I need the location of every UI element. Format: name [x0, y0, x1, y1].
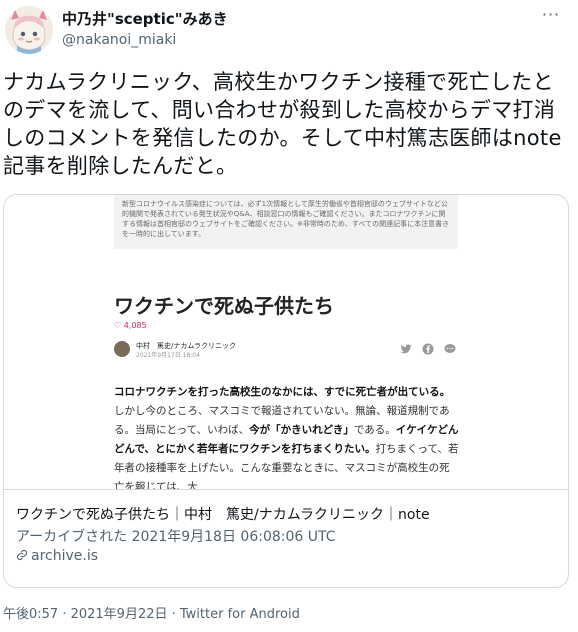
article-body-text-2: である。 — [353, 424, 396, 436]
avatar[interactable] — [5, 6, 53, 54]
card-info[interactable]: ワクチンで死ぬ子供たち｜中村 篤史/ナカムラクリニック｜note アーカイブされ… — [4, 489, 568, 587]
link-card[interactable]: 新型コロナウイルス感染症については、必ず1次情報として厚生労働省や首相官邸のウェ… — [3, 194, 569, 588]
twitter-icon — [400, 343, 412, 355]
card-domain[interactable]: archive.is — [16, 548, 98, 564]
author-date: 2021年9月17日 18:04 — [136, 352, 200, 359]
link-icon — [16, 549, 28, 561]
display-name[interactable]: 中乃井"sceptic"みあき — [62, 8, 228, 29]
article-body-bold-2: 今が「かきいれどき」 — [249, 424, 354, 436]
article-title: ワクチンで死ぬ子供たち — [114, 294, 334, 318]
facebook-icon — [422, 343, 434, 355]
card-domain-text: archive.is — [31, 548, 99, 564]
comment-icon — [444, 343, 456, 355]
user-handle[interactable]: @nakanoi_miaki — [62, 32, 176, 48]
card-title[interactable]: ワクチンで死ぬ子供たち｜中村 篤史/ナカムラクリニック｜note — [16, 504, 430, 524]
tweet-header: 中乃井"sceptic"みあき @nakanoi_miaki ··· — [0, 0, 578, 62]
tweet-timestamp[interactable]: 午後0:57 · 2021年9月22日 · Twitter for Androi… — [3, 603, 300, 622]
author-avatar — [114, 341, 130, 357]
tweet-text: ナカムラクリニック、高校生かワクチン接種で死亡したとのデマを流して、問い合わせが… — [3, 70, 562, 178]
card-archived-date: アーカイブされた 2021年9月18日 06:08:06 UTC — [16, 529, 336, 545]
article-body-bold-1: コロナワクチンを打った高校生のなかには、すでに死亡者が出ている。 — [114, 386, 451, 398]
article-body: コロナワクチンを打った高校生のなかには、すでに死亡者が出ている。しかし今のところ… — [114, 383, 460, 489]
more-horizontal-icon[interactable]: ··· — [538, 6, 564, 28]
avatar-illustration — [5, 6, 53, 54]
article-likes: ♡ 4,085 — [114, 321, 147, 330]
card-preview-image[interactable]: 新型コロナウイルス感染症については、必ず1次情報として厚生労働省や首相官邸のウェ… — [4, 195, 568, 489]
article-notice: 新型コロナウイルス感染症については、必ず1次情報として厚生労働省や首相官邸のウェ… — [114, 195, 458, 249]
